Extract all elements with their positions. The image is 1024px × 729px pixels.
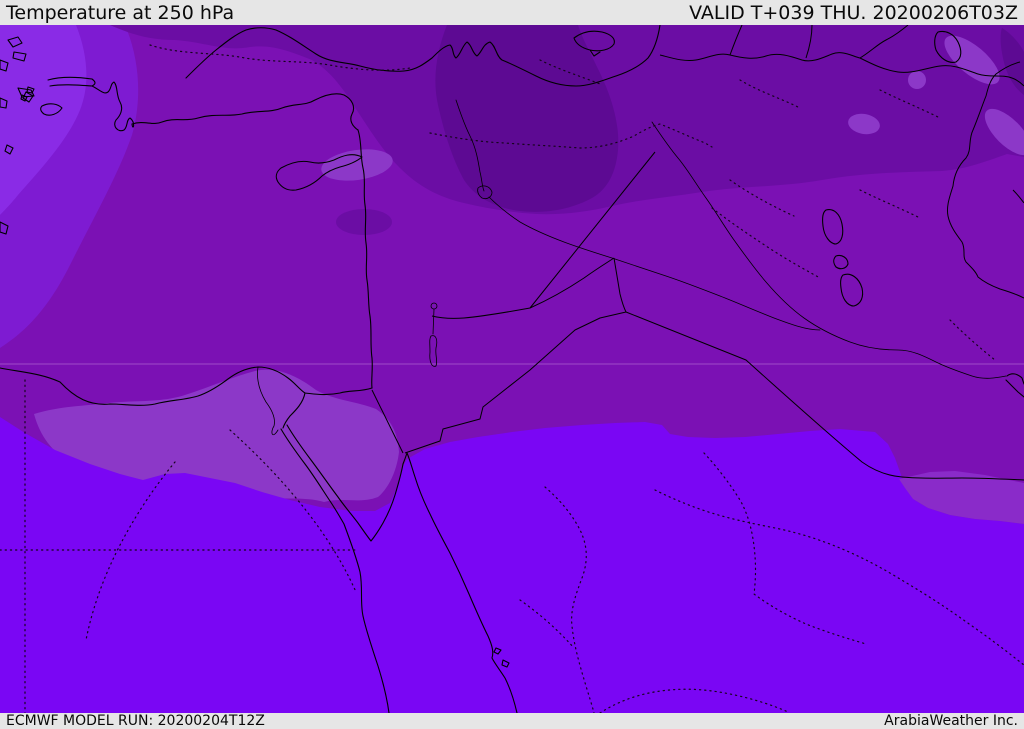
- valid-time-label: VALID T+039 THU. 20200206T03Z: [689, 2, 1018, 25]
- page-title: Temperature at 250 hPa: [6, 2, 234, 25]
- weather-map-screen: Temperature at 250 hPa VALID T+039 THU. …: [0, 0, 1024, 729]
- weather-map: [0, 25, 1024, 713]
- temperature-fill-layer: [0, 25, 1024, 713]
- temperature-map-svg: [0, 25, 1024, 713]
- fill-light-spot-ne: [908, 71, 926, 89]
- footer-bar: ECMWF MODEL RUN: 20200204T12Z ArabiaWeat…: [0, 713, 1024, 729]
- model-run-label: ECMWF MODEL RUN: 20200204T12Z: [6, 713, 265, 729]
- branding-label: ArabiaWeather Inc.: [884, 713, 1018, 729]
- fill-dark-ellipse-south-of-cyprus: [336, 209, 392, 235]
- header-bar: Temperature at 250 hPa VALID T+039 THU. …: [0, 0, 1024, 25]
